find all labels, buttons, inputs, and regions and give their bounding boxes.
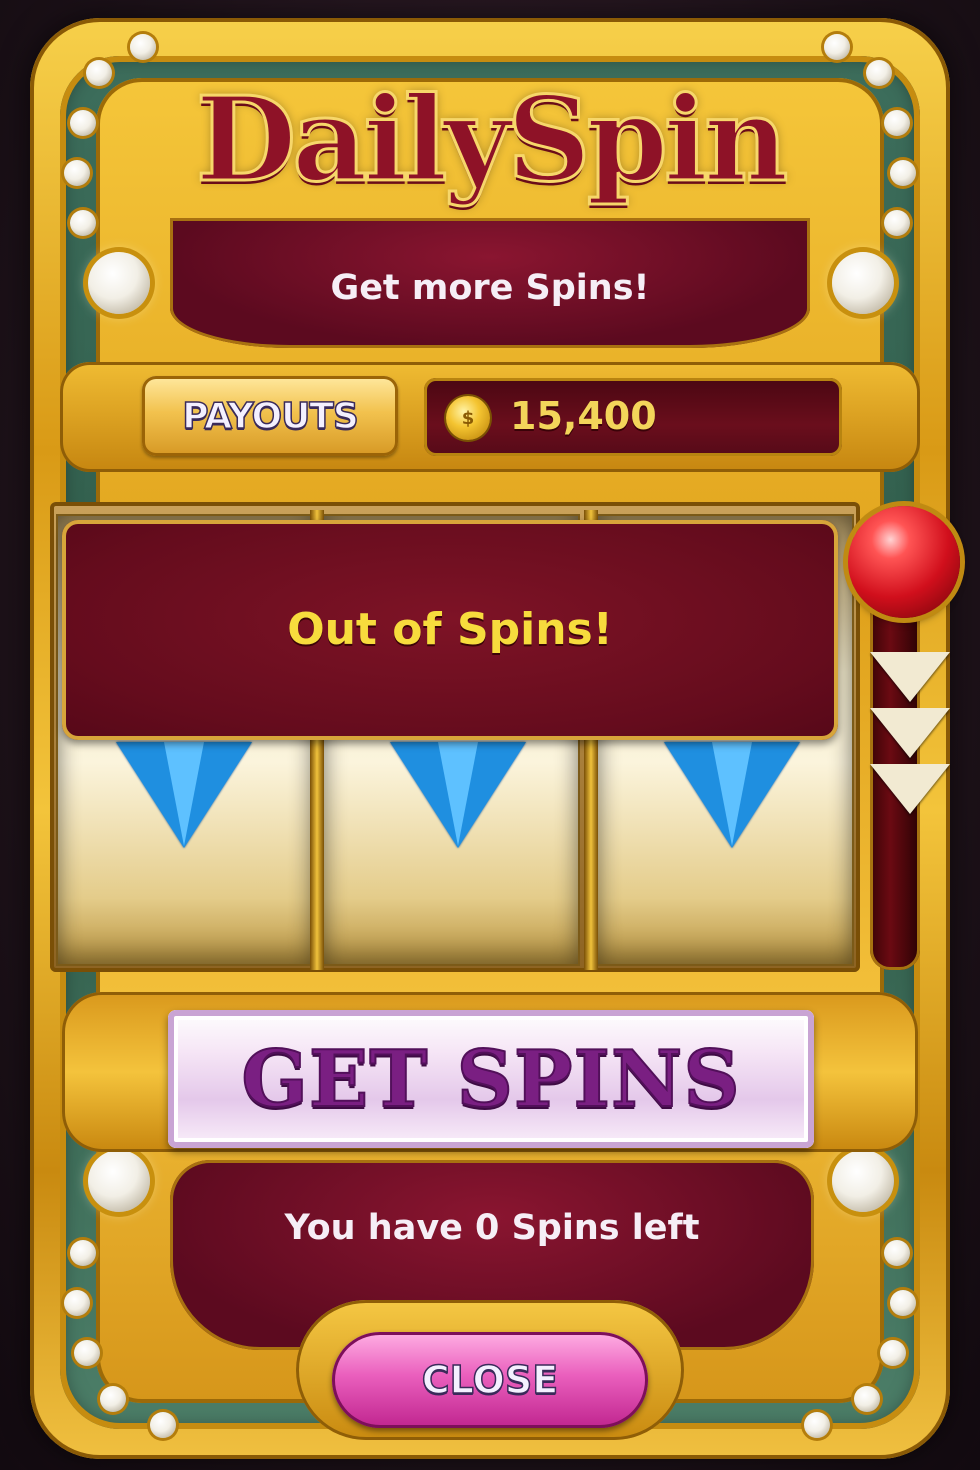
spins-left-text: You have 0 Spins left bbox=[284, 1208, 700, 1248]
page-title: DailySpin bbox=[194, 71, 790, 210]
bulb-icon bbox=[100, 1386, 126, 1412]
subtitle-text: Get more Spins! bbox=[330, 268, 650, 308]
coin-balance: 15,400 bbox=[510, 394, 657, 438]
bulb-icon bbox=[64, 1290, 90, 1316]
coin-icon: $ bbox=[446, 396, 490, 440]
chevron-down-icon bbox=[870, 652, 950, 702]
bulb-icon bbox=[832, 252, 894, 314]
bulb-icon bbox=[890, 1290, 916, 1316]
bulb-icon bbox=[70, 1240, 96, 1266]
bulb-icon bbox=[884, 210, 910, 236]
close-button[interactable]: CLOSE bbox=[332, 1332, 648, 1428]
bulb-icon bbox=[64, 160, 90, 186]
bulb-icon bbox=[880, 1340, 906, 1366]
title-banner: DailySpin bbox=[150, 55, 830, 225]
blue-gem-icon bbox=[390, 742, 526, 848]
bulb-icon bbox=[884, 110, 910, 136]
out-of-spins-message: Out of Spins! bbox=[287, 604, 613, 655]
bulb-icon bbox=[88, 1150, 150, 1212]
bulb-icon bbox=[88, 252, 150, 314]
get-spins-button[interactable]: GET SPINS bbox=[168, 1010, 814, 1148]
get-spins-label: GET SPINS bbox=[240, 1033, 741, 1126]
bulb-icon bbox=[854, 1386, 880, 1412]
bulb-icon bbox=[74, 1340, 100, 1366]
bulb-icon bbox=[884, 1240, 910, 1266]
bulb-icon bbox=[70, 210, 96, 236]
bulb-icon bbox=[866, 60, 892, 86]
bulb-icon bbox=[890, 160, 916, 186]
chevron-down-icon bbox=[870, 764, 950, 814]
bulb-icon bbox=[86, 60, 112, 86]
lever-knob-icon[interactable] bbox=[848, 506, 960, 618]
bulb-icon bbox=[70, 110, 96, 136]
bulb-icon bbox=[804, 1412, 830, 1438]
blue-gem-icon bbox=[116, 742, 252, 848]
blue-gem-icon bbox=[664, 742, 800, 848]
chevron-down-icon bbox=[870, 708, 950, 758]
payouts-button[interactable]: PAYOUTS bbox=[142, 376, 398, 456]
bulb-icon bbox=[832, 1150, 894, 1212]
bulb-icon bbox=[150, 1412, 176, 1438]
